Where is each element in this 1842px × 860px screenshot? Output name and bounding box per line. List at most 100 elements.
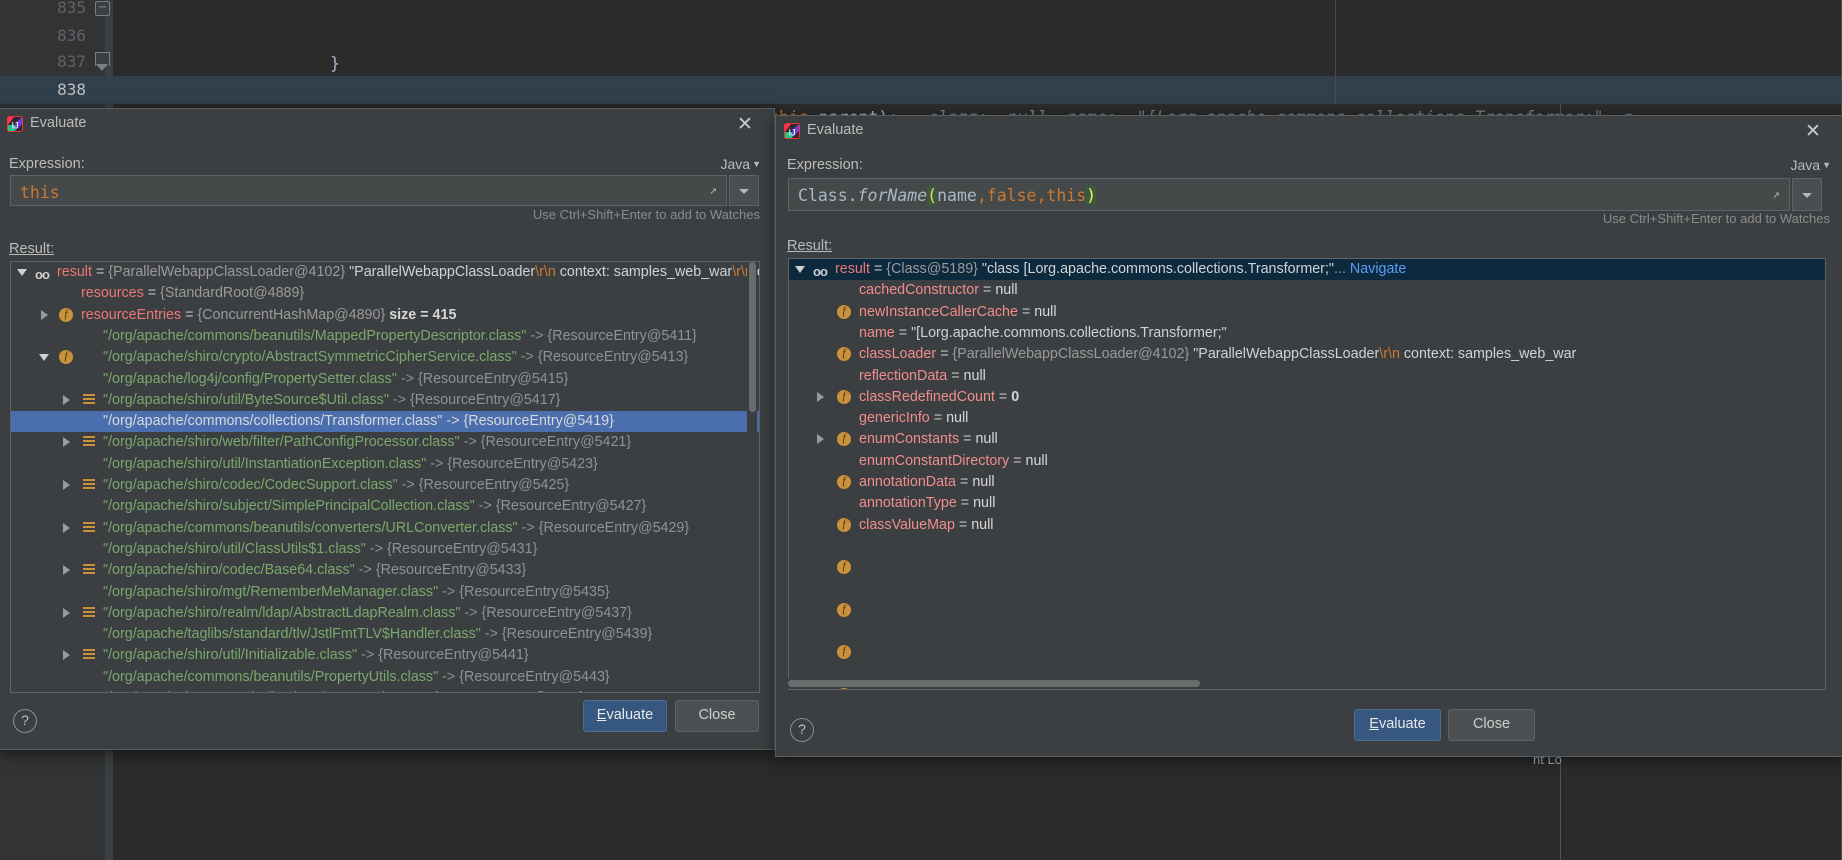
tree-row-entry[interactable]: "/org/apache/shiro/codec/Base64.class" -… xyxy=(11,560,759,581)
entry-ref: {ResourceEntry@5417} xyxy=(410,391,561,408)
entry-ref: {ResourceEntry@5441} xyxy=(378,647,529,664)
tree-row-resources[interactable]: f resources = {StandardRoot@4889} xyxy=(11,283,759,322)
expression-history-dropdown[interactable] xyxy=(729,175,759,206)
fold-marker-icon[interactable]: ─ xyxy=(95,1,110,16)
tree-row-entry[interactable]: "/org/apache/commons/collections/Factory… xyxy=(11,688,759,692)
entry-ref: {ResourceEntry@5411} xyxy=(547,327,697,344)
expression-input[interactable]: Class.forName(name,false,this) ↗ xyxy=(788,178,1790,211)
entry-ref: {ResourceEntry@5435} xyxy=(459,583,610,600)
expression-input[interactable]: this ↗ xyxy=(10,175,727,206)
evaluate-button[interactable]: Evaluate xyxy=(1354,709,1441,741)
close-button[interactable]: Close xyxy=(1448,709,1535,741)
field-name: annotationData xyxy=(859,474,956,490)
navigate-link[interactable]: Navigate xyxy=(1350,261,1406,277)
entry-key: "/org/apache/shiro/util/Initializable.cl… xyxy=(103,647,358,664)
language-selector[interactable]: Java ▼ xyxy=(721,156,762,172)
tree-row-field[interactable]: f name = "[Lorg.apache.commons.collection… xyxy=(789,323,1825,404)
dialog-title-text: Evaluate xyxy=(807,122,864,138)
tree-row-entry[interactable]: "/org/apache/commons/collections/Transfo… xyxy=(11,411,759,576)
entry-ref: {ResourceEntry@5429} xyxy=(538,519,690,536)
watches-hint: Use Ctrl+Shift+Enter to add to Watches xyxy=(532,207,760,222)
tree-row-field[interactable]: f enumConstantDirectory = null xyxy=(789,451,1825,660)
tree-row-entry[interactable]: "/org/apache/commons/beanutils/PropertyU… xyxy=(11,667,759,688)
result-tree-right[interactable]: oo result = {Class@5189} "class [Lorg.apa… xyxy=(788,258,1826,690)
tree-row-entry[interactable]: "/org/apache/shiro/util/ClassUtils$1.cla… xyxy=(11,539,759,560)
tree-row-entry[interactable]: "/org/apache/shiro/web/filter/PathConfig… xyxy=(11,432,759,618)
entry-key: "/org/apache/shiro/codec/Base64.class" xyxy=(103,562,355,579)
result-tree-left[interactable]: oo result = {ParallelWebappClassLoader@41… xyxy=(10,261,760,693)
expand-editor-icon[interactable]: ↗ xyxy=(1765,179,1787,210)
tree-row-entry[interactable]: "/org/apache/commons/beanutils/converter… xyxy=(11,518,759,539)
evaluate-dialog-left[interactable]: IJ Evaluate ✕ Expression: Java ▼ this ↗ U… xyxy=(0,108,775,750)
tree-row-entry[interactable]: "/org/apache/commons/beanutils/MappedPro… xyxy=(11,326,759,405)
field-icon: f xyxy=(837,645,851,660)
tree-row-resource-entries[interactable]: f resourceEntries = {ConcurrentHashMap@48… xyxy=(11,305,759,365)
close-button[interactable]: Close xyxy=(675,700,759,732)
expression-value: this xyxy=(20,183,60,202)
tree-row-entry[interactable]: "/org/apache/shiro/subject/SimplePrincip… xyxy=(11,496,759,517)
field-value: null xyxy=(1025,452,1048,469)
field-value: null xyxy=(972,474,995,490)
chevron-down-icon xyxy=(739,188,749,194)
intellij-logo-icon: IJ xyxy=(7,116,23,132)
tree-row-field[interactable]: f enumConstants = null xyxy=(789,429,1825,617)
tree-row-field[interactable]: f reflectionData = null xyxy=(789,366,1825,489)
tree-node-name: result xyxy=(57,264,92,280)
tree-row-field[interactable]: f classRedefinedCount = 0 xyxy=(789,387,1825,532)
tree-node-ref: {ParallelWebappClassLoader@4102} xyxy=(108,264,346,280)
tree-row-entry[interactable]: "/org/apache/shiro/codec/CodecSupport.cl… xyxy=(11,475,759,496)
entry-key: "/org/apache/shiro/codec/CodecSupport.cl… xyxy=(103,477,398,493)
close-icon[interactable]: ✕ xyxy=(1802,121,1824,143)
token-dot: . xyxy=(847,186,858,205)
field-name: cachedConstructor xyxy=(859,282,979,299)
tree-row-result[interactable]: oo result = {Class@5189} "class [Lorg.apa… xyxy=(789,259,1825,281)
expression-history-dropdown[interactable] xyxy=(1792,178,1822,211)
tree-row-entry[interactable]: "/org/apache/shiro/crypto/AbstractSymmet… xyxy=(11,347,759,448)
tree-row-field[interactable]: f genericInfo = null xyxy=(789,408,1825,575)
tree-node-name: resources xyxy=(81,285,144,302)
tree-row-field[interactable]: f newInstanceCallerCache = null xyxy=(789,302,1825,362)
language-selector[interactable]: Java ▼ xyxy=(1791,157,1832,173)
tree-row-field[interactable]: fannotationType = null xyxy=(789,493,1825,514)
help-icon[interactable]: ? xyxy=(13,709,37,733)
tree-row-field[interactable]: fannotationData = null xyxy=(789,472,1825,689)
tree-row-entry[interactable]: "/org/apache/shiro/mgt/RememberMeManager… xyxy=(11,582,759,603)
field-name: reflectionData xyxy=(859,367,948,384)
tree-row-entry[interactable]: "/org/apache/shiro/util/ByteSource$Util.… xyxy=(11,390,759,533)
entry-key: "/org/apache/shiro/web/filter/PathConfig… xyxy=(103,434,460,451)
field-name: classRedefinedCount xyxy=(859,388,995,405)
tree-row-entry[interactable]: "/org/apache/taglibs/standard/tlv/JstlFm… xyxy=(11,624,759,645)
map-entry-icon xyxy=(83,692,95,693)
tree-row-entry[interactable]: "/org/apache/shiro/realm/ldap/AbstractLd… xyxy=(11,603,759,624)
tree-node-value: "class [Lorg.apache.commons.collections.… xyxy=(981,261,1334,277)
evaluate-button[interactable]: Evaluate xyxy=(583,700,667,732)
dialog-titlebar[interactable]: IJ Evaluate ✕ xyxy=(776,116,1842,146)
tree-scrollbar-horizontal[interactable] xyxy=(788,678,1824,688)
entry-key: "/org/apache/commons/beanutils/PropertyU… xyxy=(103,668,439,685)
tree-row-entry[interactable]: "/org/apache/shiro/util/InstantiationExc… xyxy=(11,454,759,661)
scrollbar-thumb[interactable] xyxy=(749,262,756,412)
watches-hint: Use Ctrl+Shift+Enter to add to Watches xyxy=(1602,211,1830,226)
tree-row-field[interactable]: f cachedConstructor = null xyxy=(789,280,1825,319)
entry-key: "/org/apache/taglibs/standard/tlv/JstlFm… xyxy=(103,626,481,643)
close-icon[interactable]: ✕ xyxy=(734,114,756,136)
tree-scrollbar-vertical[interactable] xyxy=(747,262,757,690)
tree-row-entry[interactable]: "/org/apache/log4j/config/PropertySetter… xyxy=(11,369,759,490)
entry-ref: {ResourceEntry@5427} xyxy=(495,498,647,515)
field-name: annotationType xyxy=(859,495,957,512)
tree-row-field[interactable]: f classLoader = {ParallelWebappClassLoade… xyxy=(789,344,1825,447)
result-label: Result: xyxy=(787,238,833,254)
tree-row-entry[interactable]: "/org/apache/shiro/util/Initializable.cl… xyxy=(11,645,759,666)
tree-expand-collapse-icon[interactable] xyxy=(795,266,805,273)
dialog-titlebar[interactable]: IJ Evaluate ✕ xyxy=(0,109,774,139)
entry-ref: {ResourceEntry@5437} xyxy=(481,604,632,621)
editor-right-margin-line xyxy=(1335,0,1336,104)
tree-row-result[interactable]: oo result = {ParallelWebappClassLoader@41… xyxy=(11,262,759,283)
tree-expand-collapse-icon[interactable] xyxy=(17,269,27,276)
evaluate-dialog-right[interactable]: IJ Evaluate ✕ Expression: Java ▼ Class.fo… xyxy=(775,115,1842,757)
tree-row-field[interactable]: fclassValueMap = null xyxy=(789,515,1825,536)
help-icon[interactable]: ? xyxy=(790,718,814,742)
entry-key: "/org/apache/shiro/mgt/RememberMeManager… xyxy=(103,583,439,600)
scrollbar-thumb[interactable] xyxy=(788,680,1200,687)
expand-editor-icon[interactable]: ↗ xyxy=(702,176,724,205)
